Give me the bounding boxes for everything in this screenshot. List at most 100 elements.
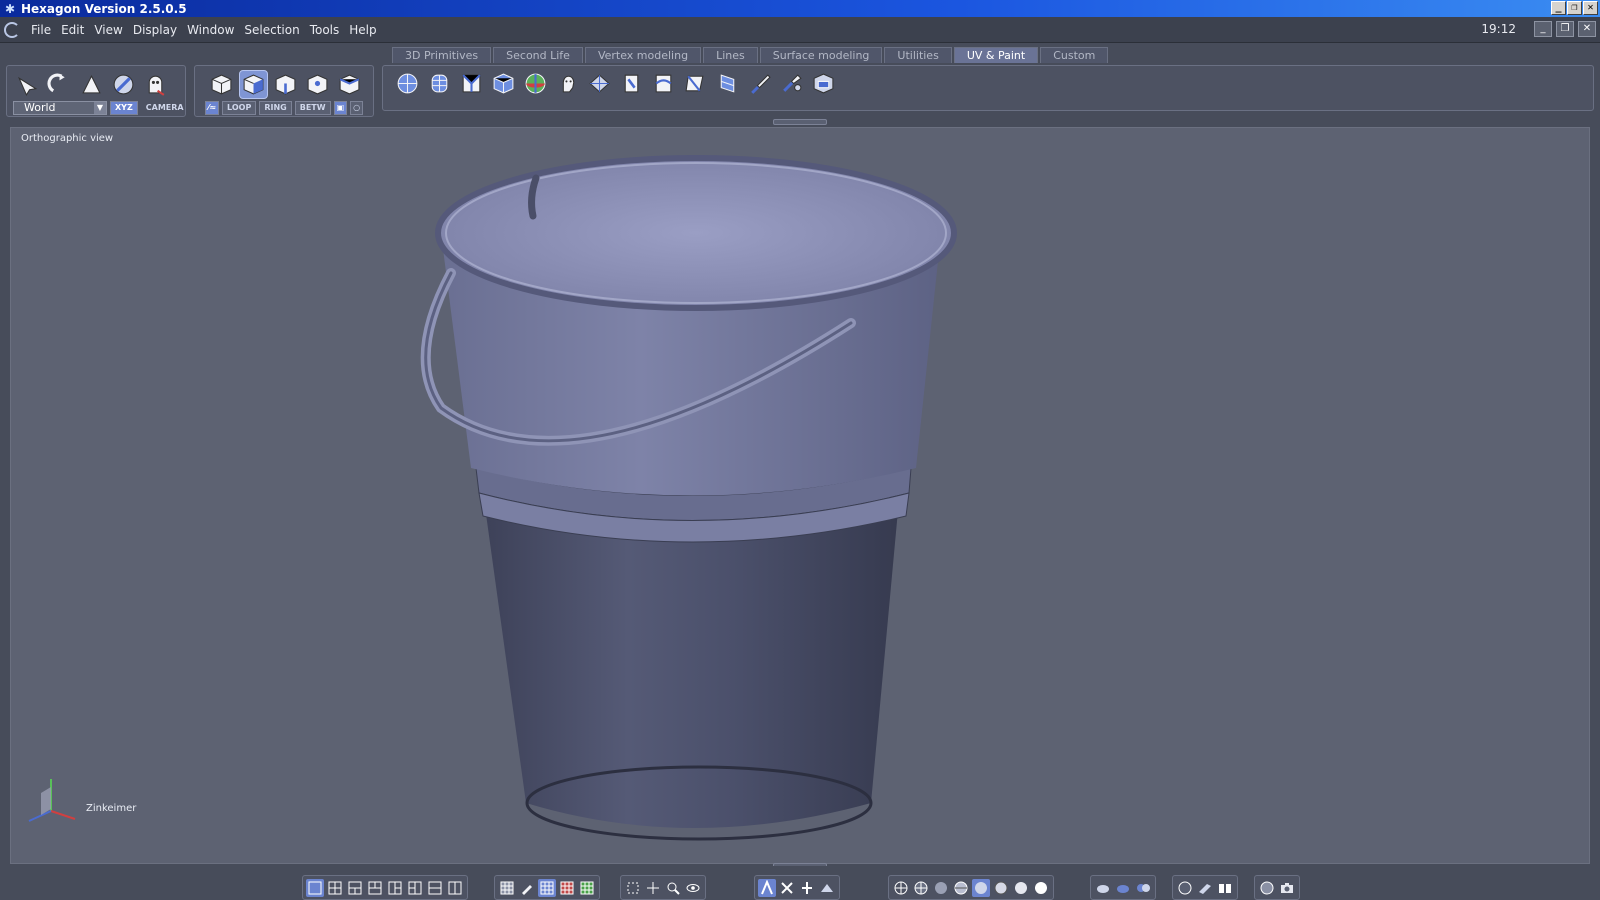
shading-smooth-icon[interactable]: [1012, 879, 1030, 897]
left-panel-handle[interactable]: [10, 458, 11, 508]
shading-lit-icon[interactable]: [1032, 879, 1050, 897]
grid-green-icon[interactable]: [578, 879, 596, 897]
snap-surface-icon[interactable]: [818, 879, 836, 897]
snap-vertex-icon[interactable]: [798, 879, 816, 897]
doc-minimize-button[interactable]: _: [1534, 21, 1552, 37]
select-lasso-icon[interactable]: ○: [350, 101, 364, 115]
orbit-eye-icon[interactable]: [684, 879, 702, 897]
grid-red-icon[interactable]: [558, 879, 576, 897]
uv-cube-mapping-icon[interactable]: [489, 69, 518, 98]
zoom-icon[interactable]: [664, 879, 682, 897]
uv-head-mapping-icon[interactable]: [553, 69, 582, 98]
camera-button[interactable]: CAMERA: [141, 101, 189, 115]
menu-view[interactable]: View: [89, 23, 127, 37]
uv-fit-icon[interactable]: [713, 69, 742, 98]
uv-cylinder-mapping-icon[interactable]: [425, 69, 454, 98]
tab-utilities[interactable]: Utilities: [884, 47, 952, 63]
shading-wire-smooth-icon[interactable]: [952, 879, 970, 897]
uv-unfold-icon[interactable]: [585, 69, 614, 98]
tab-lines[interactable]: Lines: [703, 47, 758, 63]
shading-textured-icon[interactable]: [972, 878, 990, 897]
uv-relax-icon[interactable]: [649, 69, 678, 98]
vertex-select-cube-icon[interactable]: [303, 70, 332, 99]
render-book-icon[interactable]: [1216, 879, 1234, 897]
pan-icon[interactable]: [644, 879, 662, 897]
layout-three-bottom-icon[interactable]: [366, 879, 384, 897]
layout-three-right-icon[interactable]: [406, 879, 424, 897]
snap-tool-icon[interactable]: [141, 70, 170, 99]
toolbar-collapse-handle[interactable]: [773, 119, 827, 125]
uv-pin-icon[interactable]: [617, 69, 646, 98]
layout-three-left-icon[interactable]: [386, 879, 404, 897]
shading-flat-icon[interactable]: [932, 879, 950, 897]
menu-help[interactable]: Help: [344, 23, 381, 37]
doc-close-button[interactable]: ✕: [1578, 21, 1596, 37]
snap-magnet-icon[interactable]: [758, 878, 776, 897]
rotate-tool-icon[interactable]: [45, 70, 74, 99]
uv-sphere-mapping-icon[interactable]: [393, 69, 422, 98]
grid-blue-icon[interactable]: [538, 878, 556, 897]
close-button[interactable]: ✕: [1583, 1, 1598, 15]
minimize-button[interactable]: _: [1551, 1, 1566, 15]
layout-three-top-icon[interactable]: [346, 879, 364, 897]
paint-projection-icon[interactable]: [809, 69, 838, 98]
paint-stamp-icon[interactable]: [777, 69, 806, 98]
tab-surface-modeling[interactable]: Surface modeling: [759, 47, 883, 63]
light-ambient-icon[interactable]: [1114, 879, 1132, 897]
magic-wand-select-icon[interactable]: ⁄≈: [205, 101, 220, 115]
uv-planar-mapping-icon[interactable]: [457, 69, 486, 98]
shading-hidden-line-icon[interactable]: [912, 879, 930, 897]
snap-cross-icon[interactable]: [778, 879, 796, 897]
menu-display[interactable]: Display: [128, 23, 182, 37]
bucket-model[interactable]: [411, 138, 971, 858]
layout-single-icon[interactable]: [306, 878, 324, 897]
camera-capture-icon[interactable]: [1278, 879, 1296, 897]
layout-horizontal-split-icon[interactable]: [426, 879, 444, 897]
zoom-extents-icon[interactable]: [624, 879, 642, 897]
layout-vertical-split-icon[interactable]: [446, 879, 464, 897]
tab-uv-paint[interactable]: UV & Paint: [953, 47, 1039, 63]
coordinate-system-dropdown[interactable]: World ▼: [13, 101, 107, 115]
shading-wireframe-icon[interactable]: [892, 879, 910, 897]
paint-display-icon[interactable]: [518, 879, 536, 897]
shading-smooth-wire-icon[interactable]: [992, 879, 1010, 897]
uv-globe-mapping-icon[interactable]: [521, 69, 550, 98]
universal-manipulator-icon[interactable]: [109, 70, 138, 99]
3d-viewport[interactable]: Orthographic view Zinkeimer: [10, 127, 1590, 864]
between-button[interactable]: BETW: [294, 101, 331, 115]
light-default-icon[interactable]: [1094, 879, 1112, 897]
texture-display-icon[interactable]: [498, 879, 516, 897]
menu-edit[interactable]: Edit: [56, 23, 89, 37]
tab-second-life[interactable]: Second Life: [493, 47, 583, 63]
render-globe-icon[interactable]: [1176, 879, 1194, 897]
select-rect-icon[interactable]: ▣: [333, 101, 348, 115]
window-title: Hexagon Version 2.5.0.5: [21, 1, 187, 16]
tab-vertex-modeling[interactable]: Vertex modeling: [584, 47, 702, 63]
menu-window[interactable]: Window: [182, 23, 239, 37]
tab-3d-primitives[interactable]: 3D Primitives: [392, 47, 492, 63]
app-menu-icon[interactable]: [4, 21, 20, 38]
ring-button[interactable]: RING: [259, 101, 292, 115]
uv-flatten-icon[interactable]: [681, 69, 710, 98]
restore-button[interactable]: ❐: [1567, 1, 1582, 15]
right-panel-handle[interactable]: [1589, 458, 1590, 508]
tab-custom[interactable]: Custom: [1040, 47, 1109, 63]
loop-button[interactable]: LOOP: [222, 101, 257, 115]
doc-restore-button[interactable]: ❐: [1556, 21, 1574, 37]
object-select-cube-icon[interactable]: [207, 70, 236, 99]
layout-quad-icon[interactable]: [326, 879, 344, 897]
face-select-cube-icon[interactable]: [239, 70, 268, 99]
render-sphere-icon[interactable]: [1258, 879, 1276, 897]
menu-file[interactable]: File: [26, 23, 56, 37]
menu-tools[interactable]: Tools: [305, 23, 345, 37]
auto-select-cube-icon[interactable]: [335, 70, 364, 99]
select-arrow-icon[interactable]: [13, 70, 42, 99]
paint-brush-icon[interactable]: [745, 69, 774, 98]
render-plane-icon[interactable]: [1196, 879, 1214, 897]
uv-paint-tools-group: [382, 65, 1594, 111]
xyz-button[interactable]: XYZ: [110, 101, 138, 115]
menu-selection[interactable]: Selection: [239, 23, 304, 37]
edge-select-cube-icon[interactable]: [271, 70, 300, 99]
scale-tool-icon[interactable]: [77, 70, 106, 99]
light-multi-icon[interactable]: [1134, 879, 1152, 897]
